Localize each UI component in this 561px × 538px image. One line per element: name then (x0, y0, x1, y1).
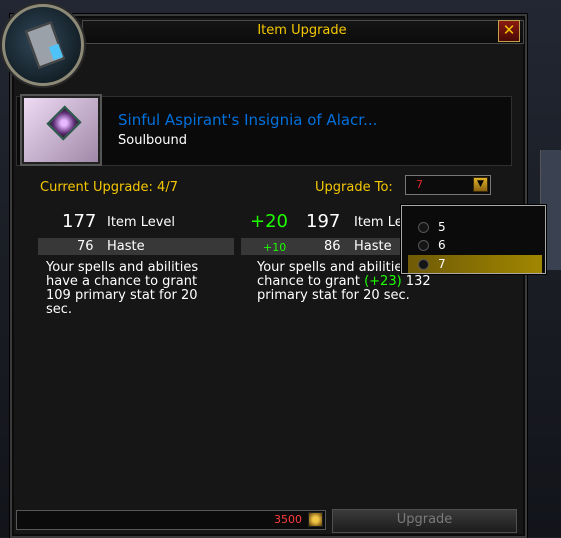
menu-option-6[interactable]: 6 (408, 236, 542, 254)
valor-currency-icon (308, 512, 323, 527)
upgraded-haste-value: 86 (324, 239, 341, 254)
radio-selected-icon (418, 259, 429, 270)
effect-text: 132 (401, 274, 431, 289)
dropdown-selected-value: 7 (416, 178, 423, 191)
current-effect-line: sec. (46, 302, 73, 317)
current-upgrade-label: Current Upgrade: 4/7 (40, 180, 178, 195)
effect-text: chance to grant (257, 274, 365, 289)
insignia-icon[interactable] (20, 94, 102, 166)
menu-option-5[interactable]: 5 (408, 218, 542, 236)
effect-delta: (+23) (364, 274, 402, 289)
current-effect-line: Your spells and abilities (46, 260, 199, 275)
radio-icon (418, 240, 429, 251)
window-title: Item Upgrade (257, 23, 347, 38)
upgraded-haste-label: Haste (354, 239, 392, 254)
option-label: 5 (438, 220, 446, 234)
upgraded-item-level: 197 (306, 211, 341, 232)
radio-icon (418, 222, 429, 233)
close-button[interactable]: ✕ (498, 20, 520, 42)
current-item-level-label: Item Level (107, 215, 176, 230)
upgrade-button[interactable]: Upgrade (332, 509, 517, 533)
item-level-delta: +20 (250, 211, 288, 232)
upgrade-portrait-icon (2, 4, 84, 86)
item-name[interactable]: Sinful Aspirant's Insignia of Alacr... (118, 111, 377, 129)
item-binding: Soulbound (118, 133, 187, 148)
upgrade-level-dropdown[interactable]: 7 ▼ (405, 175, 491, 195)
option-label: 7 (438, 257, 446, 271)
option-label: 6 (438, 238, 446, 252)
current-haste-value: 76 (77, 239, 94, 254)
current-item-level: 177 (62, 211, 97, 232)
gem-icon (46, 105, 82, 141)
current-effect-line: 109 primary stat for 20 (46, 288, 198, 303)
menu-option-7[interactable]: 7 (408, 255, 542, 273)
chevron-down-icon[interactable]: ▼ (473, 177, 488, 192)
current-effect-text: Your spells and abilities have a chance … (46, 261, 198, 317)
upgrade-level-menu: 5 6 7 (401, 205, 546, 274)
upgrade-cost: 3500 (274, 513, 302, 526)
upgrade-to-label: Upgrade To: (315, 180, 393, 195)
upgraded-effect-line: chance to grant (+23) 132 (257, 275, 457, 289)
current-effect-line: have a chance to grant (46, 274, 198, 289)
haste-delta: +10 (263, 241, 287, 254)
close-icon: ✕ (502, 21, 516, 39)
upgraded-effect-line: primary stat for 20 sec. (257, 288, 410, 303)
current-haste-label: Haste (107, 239, 145, 254)
